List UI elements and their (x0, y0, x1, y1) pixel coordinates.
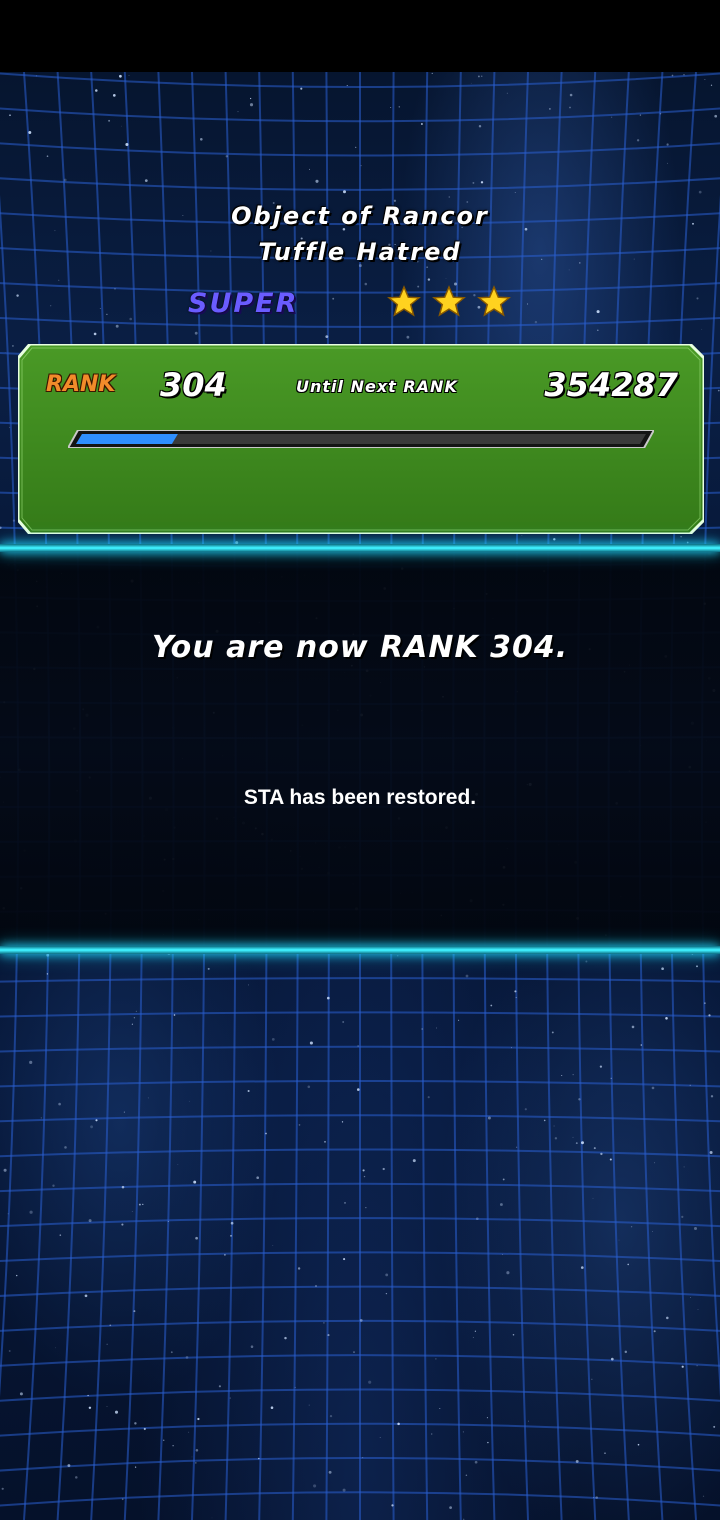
message-band (0, 544, 720, 954)
sta-restored-message: STA has been restored. (243, 786, 477, 809)
status-bar (0, 0, 720, 72)
rank-progress-fill (76, 434, 178, 444)
star-icon (477, 285, 511, 317)
rank-up-screen[interactable]: Object of Rancor Tuffle Hatred SUPER RAN… (0, 0, 720, 1520)
rank-progress-bar (68, 430, 654, 448)
event-subtitle: Tuffle Hatred (258, 238, 462, 266)
message-band-bottom-border (0, 946, 720, 954)
next-rank-value: 354287 (544, 366, 678, 404)
message-band-top-border (0, 544, 720, 552)
difficulty-stars (386, 284, 512, 320)
rank-panel: RANK 304 Until Next RANK 354287 (18, 344, 704, 534)
event-title: Object of Rancor (231, 202, 489, 230)
rank-label: RANK (46, 372, 116, 397)
rank-value: 304 (160, 366, 227, 404)
difficulty-label: SUPER (188, 288, 299, 319)
star-icon (432, 285, 466, 317)
next-rank-label: Until Next RANK (296, 377, 458, 396)
rank-up-message: You are now RANK 304. (151, 630, 569, 665)
star-icon (387, 285, 421, 317)
